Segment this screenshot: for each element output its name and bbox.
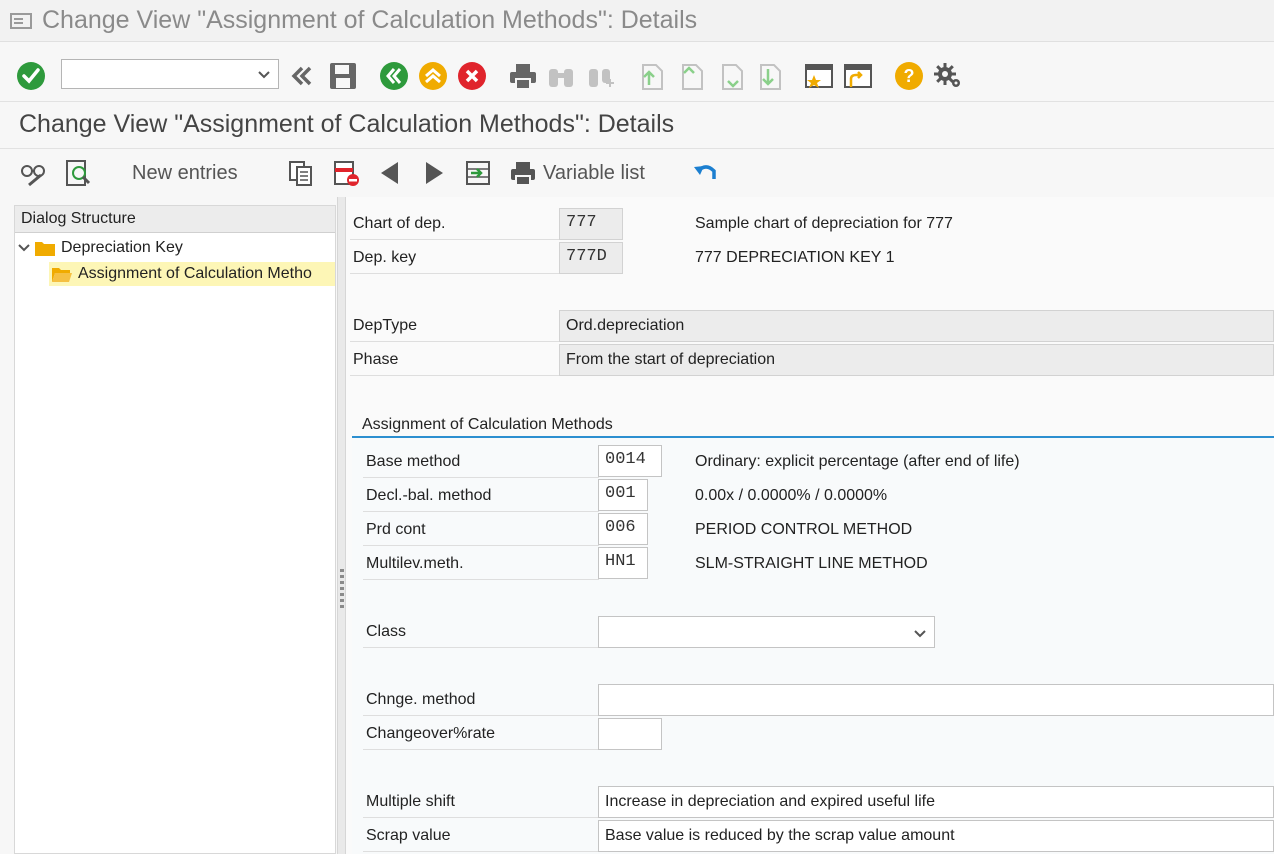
base-method-field[interactable]: 0014 xyxy=(598,445,662,477)
tree-item-label: Depreciation Key xyxy=(61,239,183,256)
last-page-icon[interactable] xyxy=(754,61,784,91)
tree-item-assignment-calc-methods[interactable]: Assignment of Calculation Metho xyxy=(49,262,335,286)
multiple-shift-field[interactable]: Increase in depreciation and expired use… xyxy=(598,786,1274,818)
find-icon[interactable] xyxy=(546,61,576,91)
command-input[interactable] xyxy=(62,60,247,88)
print-icon[interactable] xyxy=(508,61,538,91)
deptype-label: DepType xyxy=(353,317,418,334)
deptype-field: Ord.depreciation xyxy=(559,310,1274,342)
next-entry-icon[interactable] xyxy=(420,158,448,188)
variable-list-label: Variable list xyxy=(543,161,645,184)
base-method-description: Ordinary: explicit percentage (after end… xyxy=(695,453,1020,470)
chnge-method-label: Chnge. method xyxy=(366,691,476,708)
first-page-icon[interactable] xyxy=(636,61,666,91)
chevron-down-icon[interactable] xyxy=(256,66,272,82)
application-toolbar: New entries Variable list xyxy=(0,150,1274,196)
window-titlebar: Change View "Assignment of Calculation M… xyxy=(0,0,1274,42)
base-method-label: Base method xyxy=(366,453,461,470)
row-divider xyxy=(363,715,599,716)
row-divider xyxy=(363,851,599,852)
undo-icon[interactable] xyxy=(692,158,720,188)
decl-bal-method-field[interactable]: 001 xyxy=(598,479,648,511)
screen-title-bar: Change View "Assignment of Calculation M… xyxy=(0,103,1274,149)
chevron-down-icon[interactable] xyxy=(912,625,928,641)
changeover-rate-label: Changeover%rate xyxy=(366,725,495,742)
dep-key-description: 777 DEPRECIATION KEY 1 xyxy=(695,249,895,266)
exit-icon[interactable] xyxy=(418,61,448,91)
command-field[interactable] xyxy=(61,59,279,89)
settings-icon[interactable] xyxy=(933,61,963,91)
row-divider xyxy=(363,511,599,512)
cancel-icon[interactable] xyxy=(457,61,487,91)
copy-as-icon[interactable] xyxy=(287,158,315,188)
phase-label: Phase xyxy=(353,351,399,368)
back-double-icon[interactable] xyxy=(286,61,316,91)
changeover-rate-field[interactable] xyxy=(598,718,662,750)
enter-icon[interactable] xyxy=(16,61,46,91)
dialog-structure-panel: Dialog Structure Depreciation Key Assign… xyxy=(14,205,336,854)
new-session-icon[interactable] xyxy=(804,61,834,91)
previous-entry-icon[interactable] xyxy=(376,158,404,188)
row-divider xyxy=(350,273,560,274)
scrap-value-label: Scrap value xyxy=(366,827,451,844)
other-entry-icon[interactable] xyxy=(64,158,92,188)
scrap-value-field[interactable]: Base value is reduced by the scrap value… xyxy=(598,820,1274,852)
row-divider xyxy=(363,817,599,818)
folder-icon xyxy=(35,242,55,256)
multiple-shift-label: Multiple shift xyxy=(366,793,455,810)
find-next-icon[interactable] xyxy=(586,61,616,91)
multilev-meth-description: SLM-STRAIGHT LINE METHOD xyxy=(695,555,928,572)
chart-of-dep-label: Chart of dep. xyxy=(353,215,446,232)
svg-text:?: ? xyxy=(904,66,915,86)
chart-of-dep-description: Sample chart of depreciation for 777 xyxy=(695,215,953,232)
save-icon[interactable] xyxy=(328,61,358,91)
row-divider xyxy=(350,239,560,240)
prd-cont-label: Prd cont xyxy=(366,521,426,538)
display-change-icon[interactable] xyxy=(19,158,47,188)
row-divider xyxy=(363,749,599,750)
tree-item-label: Assignment of Calculation Metho xyxy=(78,265,312,282)
prd-cont-description: PERIOD CONTROL METHOD xyxy=(695,521,913,538)
group-title-bar: Assignment of Calculation Methods xyxy=(352,413,1274,438)
multilev-meth-label: Multilev.meth. xyxy=(366,555,464,572)
chnge-method-field[interactable] xyxy=(598,684,1274,716)
tree-item-depreciation-key[interactable]: Depreciation Key xyxy=(17,236,183,260)
shortcut-icon[interactable] xyxy=(843,61,873,91)
select-all-icon[interactable] xyxy=(464,158,492,188)
row-divider xyxy=(350,375,560,376)
multilev-meth-field[interactable]: HN1 xyxy=(598,547,648,579)
chart-of-dep-field: 777 xyxy=(559,208,623,240)
row-divider xyxy=(350,341,560,342)
menu-icon[interactable] xyxy=(10,12,32,30)
group-title: Assignment of Calculation Methods xyxy=(362,416,613,433)
pane-splitter[interactable] xyxy=(337,197,346,854)
prd-cont-field[interactable]: 006 xyxy=(598,513,648,545)
delete-icon[interactable] xyxy=(332,158,360,188)
print-icon xyxy=(511,162,535,186)
splitter-grip[interactable] xyxy=(340,569,344,609)
variable-list-button[interactable]: Variable list xyxy=(509,158,645,188)
open-folder-icon xyxy=(52,268,72,282)
next-page-icon[interactable] xyxy=(716,61,746,91)
help-icon[interactable]: ? xyxy=(894,61,924,91)
system-toolbar: ? xyxy=(0,50,1274,102)
page-title: Change View "Assignment of Calculation M… xyxy=(19,110,675,138)
class-label: Class xyxy=(366,623,407,640)
decl-bal-method-label: Decl.-bal. method xyxy=(366,487,492,504)
dep-key-label: Dep. key xyxy=(353,249,417,266)
row-divider xyxy=(363,477,599,478)
phase-field: From the start of depreciation xyxy=(559,344,1274,376)
back-icon[interactable] xyxy=(379,61,409,91)
dialog-structure-header: Dialog Structure xyxy=(15,206,335,233)
previous-page-icon[interactable] xyxy=(676,61,706,91)
row-divider xyxy=(363,647,599,648)
dep-key-field: 777D xyxy=(559,242,623,274)
row-divider xyxy=(363,545,599,546)
decl-bal-method-description: 0.00x / 0.0000% / 0.0000% xyxy=(695,487,888,504)
row-divider xyxy=(363,579,599,580)
chevron-down-icon[interactable] xyxy=(17,241,31,255)
new-entries-button[interactable]: New entries xyxy=(132,158,238,188)
window-title: Change View "Assignment of Calculation M… xyxy=(42,6,698,34)
class-dropdown[interactable] xyxy=(598,616,935,648)
